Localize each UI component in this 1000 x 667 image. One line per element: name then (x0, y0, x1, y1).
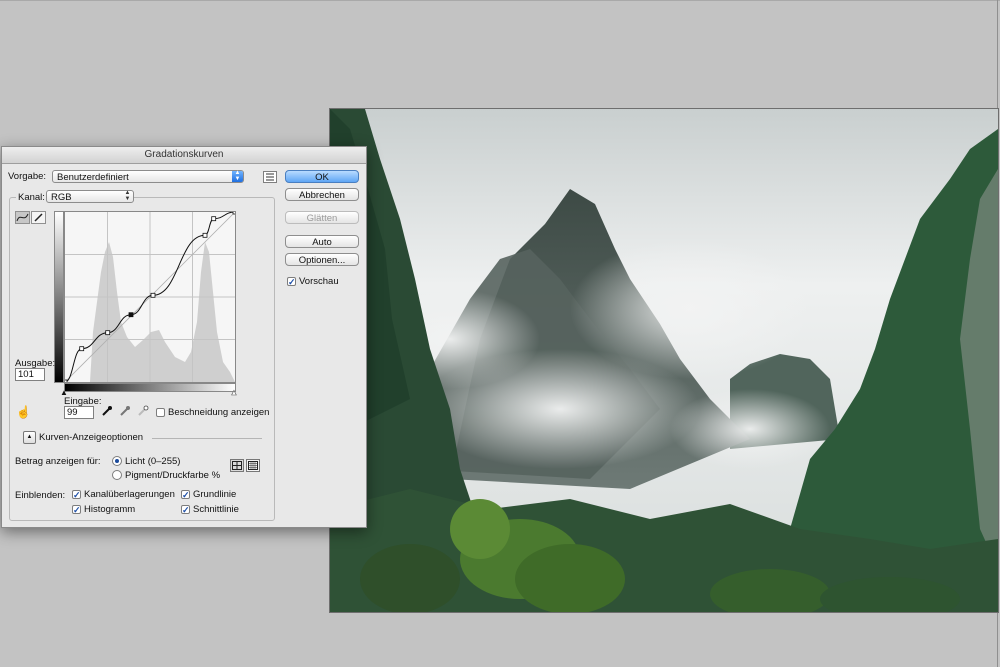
curve-control-point[interactable] (105, 330, 111, 336)
select-arrows-icon: ▲ ▼ (124, 190, 131, 202)
preview-label: Vorschau (299, 276, 339, 287)
baseline-checkbox[interactable]: ✓ (181, 490, 190, 500)
preset-label: Vorgabe: (8, 171, 47, 182)
ok-button[interactable]: OK (285, 170, 359, 183)
select-arrows-icon: ▲ ▼ (232, 170, 243, 182)
white-point-slider-icon[interactable]: ▲ (230, 388, 239, 398)
curve-graph[interactable] (62, 209, 238, 385)
landscape-photo (330, 109, 998, 612)
pigment-radio[interactable] (112, 470, 122, 480)
white-eyedropper-icon[interactable] (137, 405, 149, 420)
light-radio[interactable] (112, 456, 122, 466)
curve-control-point[interactable] (232, 209, 238, 215)
pencil-icon (34, 213, 43, 222)
curve-graph-svg (62, 209, 238, 385)
show-amount-label: Betrag anzeigen für: (15, 456, 101, 467)
curve-icon (16, 213, 29, 222)
curves-dialog: Gradationskurven Vorgabe: Benutzerdefini… (1, 146, 367, 528)
curve-control-point[interactable] (211, 216, 217, 222)
light-label: Licht (0–255) (125, 456, 181, 467)
input-gradient-bar (64, 383, 236, 392)
disclosure-triangle-icon[interactable]: ▲ (23, 431, 36, 444)
smooth-button[interactable]: Glätten (285, 211, 359, 224)
curve-options-label: Kurven-Anzeigeoptionen (39, 432, 144, 443)
grid-4-icon (232, 461, 242, 470)
channel-label: Kanal: (16, 192, 47, 203)
curve-control-point[interactable] (150, 292, 156, 298)
curve-control-point[interactable] (62, 379, 68, 385)
curve-tool-button[interactable] (15, 211, 30, 224)
intersection-checkbox[interactable]: ✓ (181, 505, 190, 515)
preset-select-value: Benutzerdefiniert (57, 172, 129, 183)
hand-adjust-icon[interactable]: ☝ (16, 405, 31, 419)
grid-10-icon (248, 461, 258, 470)
channel-overlays-checkbox[interactable]: ✓ (72, 490, 81, 500)
preset-select[interactable]: Benutzerdefiniert ▲ ▼ (52, 170, 244, 183)
preview-checkbox[interactable]: ✓ (287, 277, 296, 287)
channel-select-value: RGB (51, 192, 72, 203)
preset-options-icon[interactable] (263, 171, 277, 183)
pencil-tool-button[interactable] (31, 211, 46, 224)
dialog-titlebar[interactable]: Gradationskurven (2, 147, 366, 164)
channel-select[interactable]: RGB ▲ ▼ (46, 190, 134, 203)
clipping-label: Beschneidung anzeigen (168, 407, 270, 418)
histogram (90, 242, 235, 382)
intersection-label: Schnittlinie (193, 504, 239, 515)
output-field[interactable]: 101 (15, 368, 45, 381)
black-eyedropper-icon[interactable] (101, 405, 113, 420)
canvas-top-edge (0, 0, 1000, 1)
gray-eyedropper-icon[interactable] (119, 405, 131, 420)
curve-control-point[interactable] (79, 346, 85, 352)
clipping-checkbox[interactable] (156, 408, 165, 417)
pigment-label: Pigment/Druckfarbe % (125, 470, 221, 481)
document-image[interactable] (329, 108, 999, 613)
grid-simple-button[interactable] (230, 459, 244, 472)
options-button[interactable]: Optionen... (285, 253, 359, 266)
show-label: Einblenden: (15, 490, 66, 501)
grid-detailed-button[interactable] (246, 459, 260, 472)
baseline-label: Grundlinie (193, 489, 237, 500)
options-divider (152, 438, 262, 439)
channel-overlays-label: Kanalüberlagerungen (84, 489, 175, 500)
histogram-label: Histogramm (84, 504, 136, 515)
curve-control-point[interactable] (128, 312, 134, 318)
input-field[interactable]: 99 (64, 406, 94, 419)
histogram-checkbox[interactable]: ✓ (72, 505, 81, 515)
cancel-button[interactable]: Abbrechen (285, 188, 359, 201)
auto-button[interactable]: Auto (285, 235, 359, 248)
curve-control-point[interactable] (202, 232, 208, 238)
output-gradient-bar (54, 211, 64, 383)
